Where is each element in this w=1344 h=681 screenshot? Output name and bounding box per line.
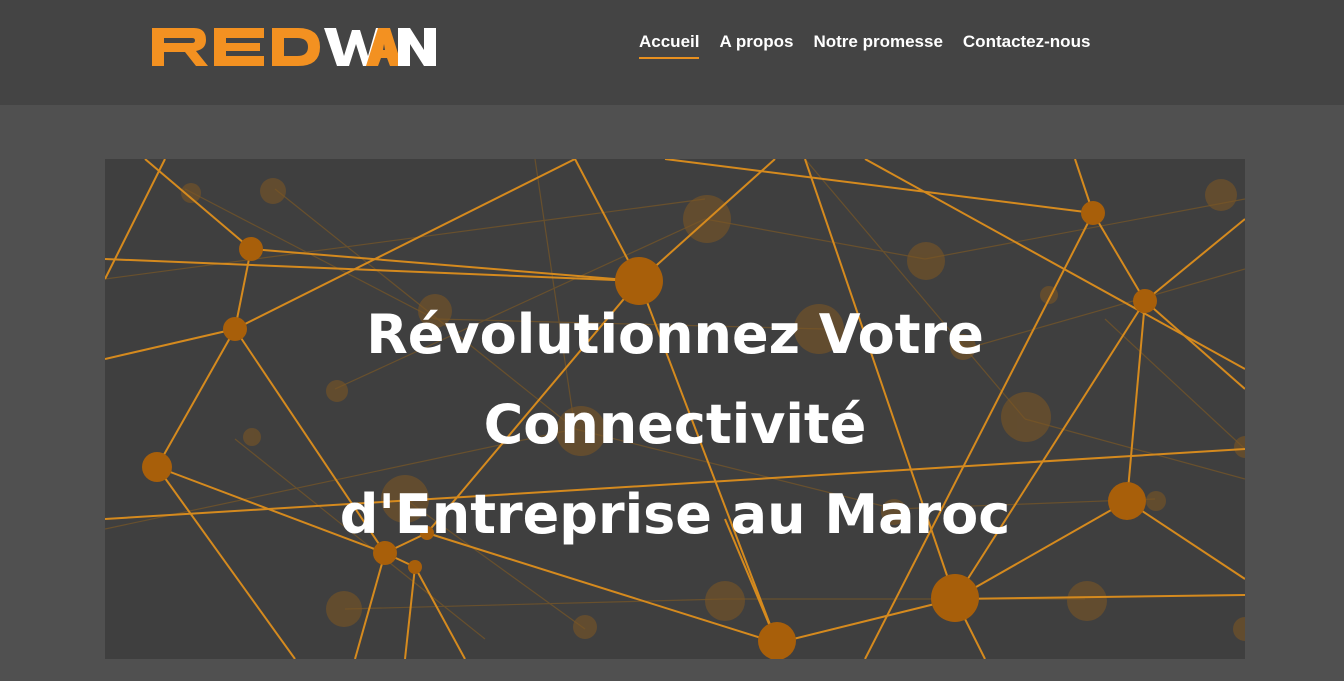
hero-title-line-2: Connectivité — [483, 393, 867, 457]
hero-title: Révolutionnez Votre Connectivité d'Entre… — [105, 290, 1245, 560]
hero-title-line-1: Révolutionnez Votre — [366, 303, 984, 367]
redwan-logo[interactable] — [148, 22, 440, 72]
main-nav: Accueil A propos Notre promesse Contacte… — [639, 31, 1091, 59]
hero-title-line-3: d'Entreprise au Maroc — [339, 483, 1011, 547]
nav-item-contactez-nous[interactable]: Contactez-nous — [963, 31, 1091, 57]
hero-banner: Révolutionnez Votre Connectivité d'Entre… — [105, 159, 1245, 659]
site-header: Accueil A propos Notre promesse Contacte… — [0, 0, 1344, 105]
nav-item-a-propos[interactable]: A propos — [719, 31, 793, 57]
logo-graphic — [152, 28, 436, 66]
nav-item-notre-promesse[interactable]: Notre promesse — [813, 31, 942, 57]
nav-item-accueil[interactable]: Accueil — [639, 31, 700, 59]
